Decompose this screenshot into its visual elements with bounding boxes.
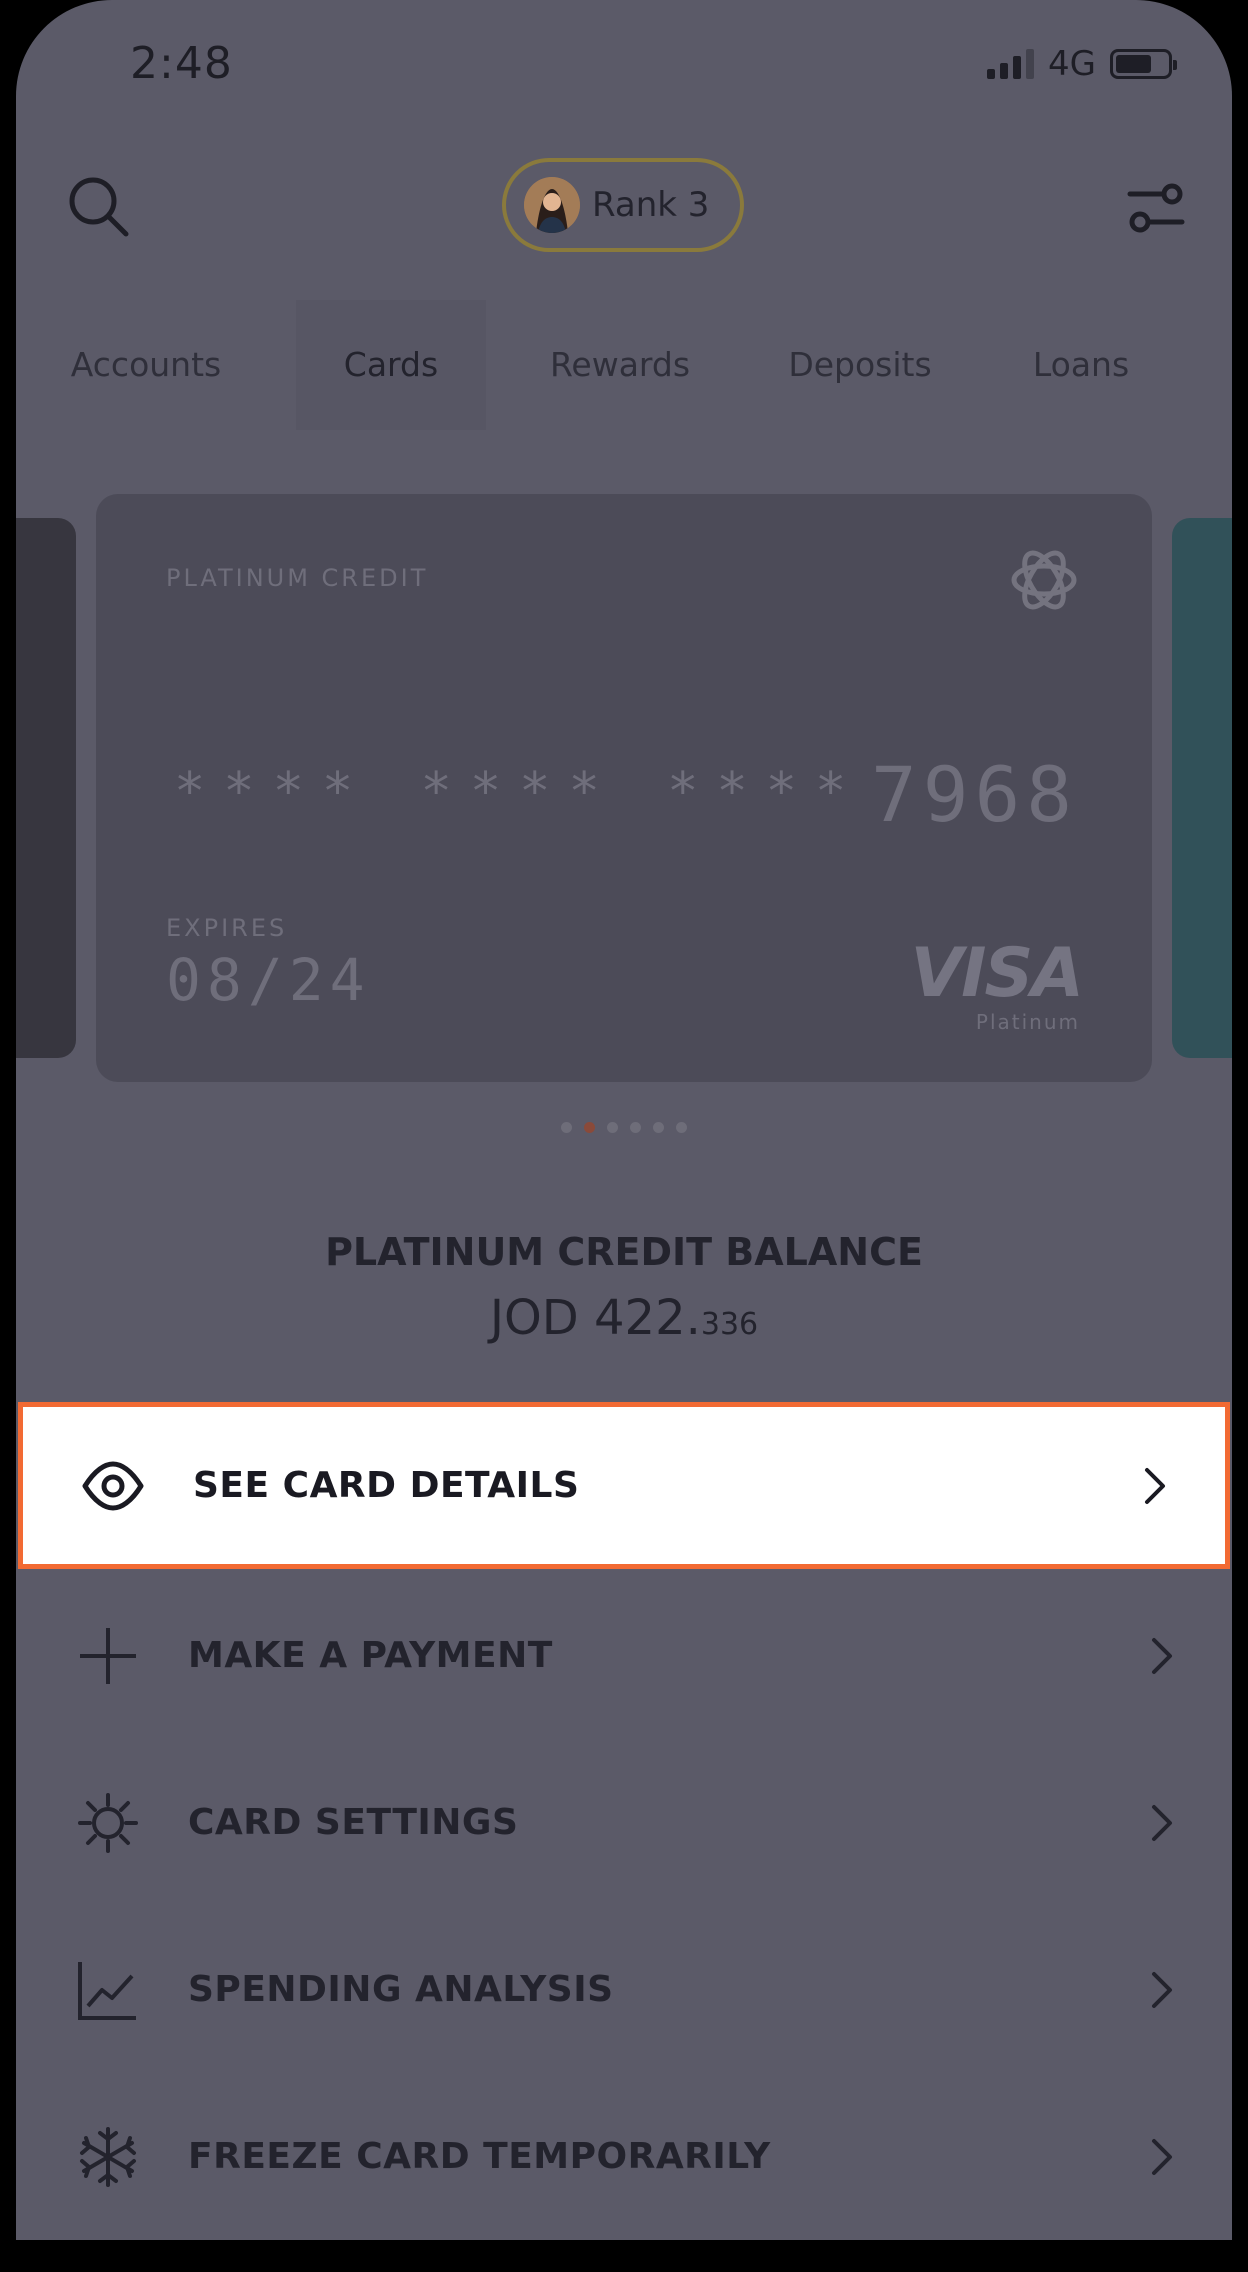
rank-badge[interactable]: Rank 3 [502,158,744,252]
pager-dot [676,1122,687,1133]
search-icon[interactable] [66,174,132,240]
gear-icon [78,1792,138,1853]
tab-bar: Accounts Cards Rewards Deposits Loans [16,300,1232,430]
next-card[interactable] [1172,518,1232,1058]
chevron-right-icon [1152,2138,1172,2175]
card-type: PLATINUM CREDIT [166,564,429,592]
carousel-pager [16,1122,1232,1133]
chart-icon [78,1961,136,2020]
tab-loans[interactable]: Loans [1016,300,1146,430]
tab-accounts[interactable]: Accounts [62,300,230,430]
tab-deposits[interactable]: Deposits [774,300,946,430]
balance-decimals: 336 [700,1307,759,1342]
action-label: SPENDING ANALYSIS [188,1969,614,2010]
status-time: 2:48 [130,38,233,89]
battery-icon [1110,49,1177,79]
avatar [524,177,580,233]
chevron-right-icon [1152,1637,1172,1674]
snowflake-icon [80,2126,136,2187]
action-label: MAKE A PAYMENT [188,1635,553,1676]
balance-amount: JOD 422.336 [16,1290,1232,1346]
pager-dot [630,1122,641,1133]
pager-dot [607,1122,618,1133]
action-label: CARD SETTINGS [188,1802,519,1843]
phone-screen: 2:48 4G Rank 3 Accounts Cards Rewards De… [16,0,1232,2240]
pager-dot [561,1122,572,1133]
card-settings-button[interactable]: CARD SETTINGS [16,1739,1232,1906]
tab-cards[interactable]: Cards [296,300,486,430]
pager-dot [653,1122,664,1133]
network-label: 4G [1048,44,1096,84]
signal-icon [987,49,1035,79]
credit-card[interactable]: PLATINUM CREDIT **** **** **** 7968 EXPI… [96,494,1152,1082]
status-indicators: 4G [987,44,1177,84]
tab-rewards[interactable]: Rewards [534,300,706,430]
action-label: SEE CARD DETAILS [193,1465,580,1506]
chevron-right-icon [1145,1467,1165,1504]
pager-dot-active [584,1122,595,1133]
previous-card[interactable] [16,518,76,1058]
balance-title: PLATINUM CREDIT BALANCE [325,1230,923,1274]
plus-icon [80,1627,136,1684]
filter-settings-icon[interactable] [1124,176,1188,240]
visa-tier: Platinum [975,1010,1080,1034]
bank-logo-icon [1011,550,1077,610]
see-card-details-button[interactable]: SEE CARD DETAILS [18,1402,1230,1569]
chevron-right-icon [1152,1971,1172,2008]
visa-logo: VISA [910,934,1084,1013]
expires-label: EXPIRES [166,914,288,942]
eye-icon [82,1461,144,1510]
card-last-four: 7968 [870,750,1078,839]
chevron-right-icon [1152,1804,1172,1841]
balance-main: JOD 422. [489,1290,701,1346]
expiry-date: 08/24 [166,946,371,1014]
action-label: FREEZE CARD TEMPORARILY [188,2136,771,2177]
freeze-card-button[interactable]: FREEZE CARD TEMPORARILY [16,2073,1232,2240]
spending-analysis-button[interactable]: SPENDING ANALYSIS [16,1906,1232,2073]
make-payment-button[interactable]: MAKE A PAYMENT [16,1572,1232,1739]
rank-label: Rank 3 [592,185,710,225]
card-number-masked: **** **** **** [174,762,865,822]
